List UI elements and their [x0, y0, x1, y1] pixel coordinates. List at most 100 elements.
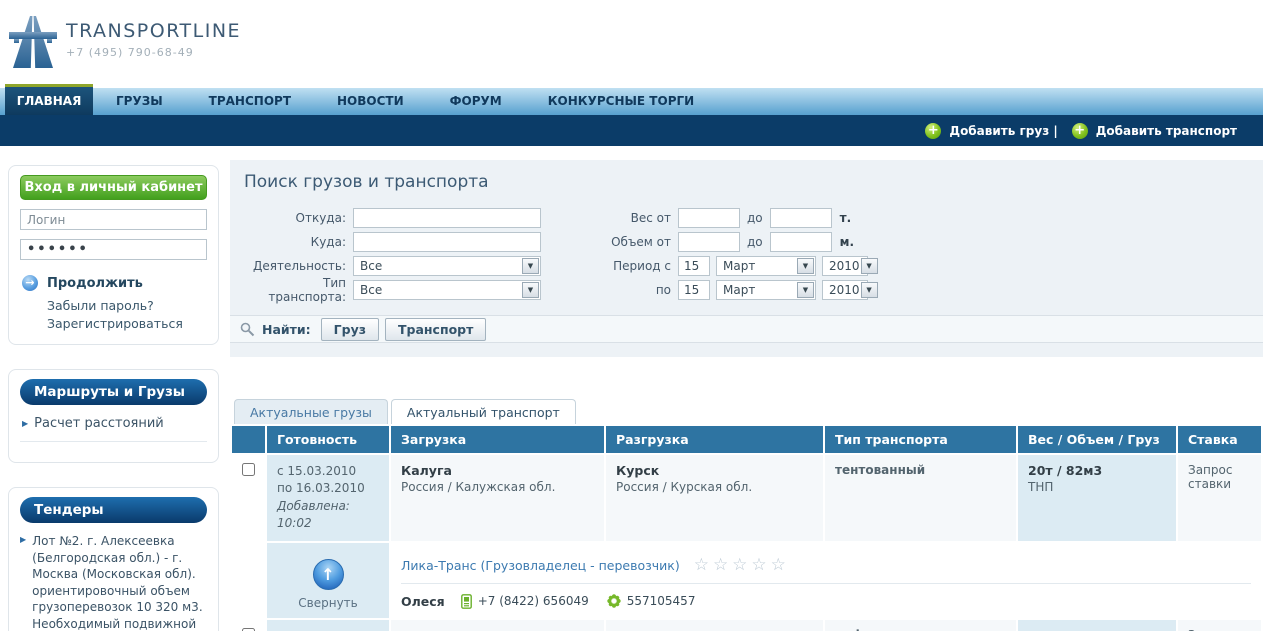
- continue-label: Продолжить: [47, 276, 143, 291]
- logo[interactable]: TRANSPORTLINE +7 (495) 790-68-49: [8, 10, 241, 70]
- unloading-cell: Орел Россия / Орловская обл.: [606, 620, 823, 631]
- volume-from-label: Объем от: [603, 235, 671, 249]
- checkbox-column-header: [232, 426, 265, 453]
- period-from-month-select[interactable]: Март ▼: [716, 256, 816, 276]
- routes-box-header: Маршруты и Грузы: [20, 379, 207, 405]
- site-header: TRANSPORTLINE +7 (495) 790-68-49: [0, 0, 1263, 88]
- listing-table: Готовность Загрузка Разгрузка Тип трансп…: [230, 424, 1263, 631]
- phone-icon: [461, 594, 472, 609]
- plus-icon[interactable]: +: [1072, 123, 1088, 139]
- add-cargo-link[interactable]: Добавить груз |: [949, 124, 1057, 138]
- contact-icq: 557105457: [627, 594, 696, 608]
- weight-to-input[interactable]: [770, 208, 832, 228]
- brand-title: TRANSPORTLINE: [66, 20, 241, 42]
- company-detail-cell: Лика-Транс (Грузовладелец - перевозчик) …: [391, 543, 1261, 618]
- row-checkbox[interactable]: [242, 628, 255, 631]
- tender-item[interactable]: ▶ Лот №2. г. Алексеевка (Белгородская об…: [20, 523, 207, 631]
- period-from-day-input[interactable]: [678, 256, 710, 276]
- find-label: Найти:: [262, 322, 311, 337]
- loading-cell: Тверь Россия / Тверская обл.: [391, 620, 604, 631]
- volume-unit: м.: [840, 235, 854, 249]
- readiness-cell: с 15.03.2010 по 16.03.2010 Добавлена: 10…: [267, 455, 389, 541]
- nav-tab-main[interactable]: ГЛАВНАЯ: [5, 84, 93, 115]
- transport-type-select[interactable]: Все ▼: [353, 280, 541, 300]
- arrow-bullet-icon: ▶: [20, 535, 26, 544]
- rating-stars-icon[interactable]: ☆☆☆☆☆: [694, 557, 790, 574]
- detail-row: ↑ Свернуть Лика-Транс (Грузовладелец - п…: [232, 543, 1261, 618]
- table-row: с 15.03.2010 по 16.03.2010 Добавлена: 10…: [232, 455, 1261, 541]
- sidebar: Вход в личный кабинет → Продолжить Забыл…: [8, 146, 219, 631]
- company-link[interactable]: Лика-Транс (Грузовладелец - перевозчик): [401, 558, 680, 573]
- contact-name: Олеся: [401, 594, 445, 609]
- distance-calc-link[interactable]: ▶ Расчет расстояний: [22, 416, 207, 431]
- chevron-down-icon: ▼: [797, 258, 814, 274]
- divider: [20, 441, 207, 450]
- transport-type-cell: тентованный: [825, 455, 1016, 541]
- search-panel: Поиск грузов и транспорта Откуда: Куда: …: [230, 160, 1263, 357]
- period-to-day-input[interactable]: [678, 280, 710, 300]
- content: Вход в личный кабинет → Продолжить Забыл…: [0, 146, 1263, 631]
- to-input[interactable]: [353, 232, 541, 252]
- collapse-arrow-up-button[interactable]: ↑: [313, 559, 344, 590]
- arrow-circle-icon: →: [22, 275, 38, 291]
- rate-cell[interactable]: Запрос ставки: [1178, 455, 1261, 541]
- password-input[interactable]: [20, 239, 207, 260]
- main-nav: ГЛАВНАЯ ГРУЗЫ ТРАНСПОРТ НОВОСТИ ФОРУМ КО…: [0, 88, 1263, 115]
- col-readiness: Готовность: [267, 426, 389, 453]
- unloading-cell: Курск Россия / Курская обл.: [606, 455, 823, 541]
- chevron-down-icon: ▼: [861, 258, 878, 274]
- period-from-year-select[interactable]: 2010 ▼: [822, 256, 868, 276]
- period-to-month-select[interactable]: Март ▼: [716, 280, 816, 300]
- tab-actual-cargo[interactable]: Актуальные грузы: [234, 399, 388, 424]
- activity-select[interactable]: Все ▼: [353, 256, 541, 276]
- volume-to-input[interactable]: [770, 232, 832, 252]
- forgot-password-link[interactable]: Забыли пароль?: [47, 297, 207, 315]
- add-transport-link[interactable]: Добавить транспорт: [1096, 124, 1237, 138]
- find-transport-button[interactable]: Транспорт: [385, 318, 486, 341]
- icq-flower-icon: [607, 594, 621, 608]
- activity-label: Деятельность:: [244, 259, 346, 273]
- weight-volume-cell: 20т / 82м3 ТНП: [1018, 455, 1176, 541]
- nav-tab-forum[interactable]: ФОРУМ: [427, 88, 525, 115]
- col-unloading: Разгрузка: [606, 426, 823, 453]
- chevron-down-icon: ▼: [522, 258, 539, 274]
- readiness-cell: с 15.03.2010 по 14.05.2010 Добавлена: 10…: [267, 620, 389, 631]
- login-box: Вход в личный кабинет → Продолжить Забыл…: [8, 165, 219, 345]
- period-from-label: Период с: [603, 259, 671, 273]
- volume-from-input[interactable]: [678, 232, 740, 252]
- find-cargo-button[interactable]: Груз: [321, 318, 379, 341]
- register-link[interactable]: Зарегистрироваться: [47, 315, 207, 333]
- nav-tab-news[interactable]: НОВОСТИ: [314, 88, 427, 115]
- weight-from-input[interactable]: [678, 208, 740, 228]
- login-input[interactable]: [20, 209, 207, 230]
- contact-phone: +7 (8422) 656049: [478, 594, 589, 608]
- weight-unit: т.: [840, 211, 852, 225]
- row-checkbox[interactable]: [242, 463, 255, 476]
- nav-tab-transport[interactable]: ТРАНСПОРТ: [186, 88, 314, 115]
- col-weight-volume: Вес / Объем / Груз: [1018, 426, 1176, 453]
- continue-button[interactable]: → Продолжить: [22, 275, 207, 291]
- routes-box: Маршруты и Грузы ▶ Расчет расстояний: [8, 369, 219, 463]
- from-label: Откуда:: [244, 211, 346, 225]
- from-input[interactable]: [353, 208, 541, 228]
- volume-to-label: до: [747, 235, 763, 249]
- period-to-year-select[interactable]: 2010 ▼: [822, 280, 868, 300]
- col-rate: Ставка: [1178, 426, 1261, 453]
- chevron-down-icon: ▼: [522, 282, 539, 298]
- arrow-bullet-icon: ▶: [22, 419, 28, 428]
- nav-tab-cargo[interactable]: ГРУЗЫ: [93, 88, 186, 115]
- search-icon: [240, 322, 255, 337]
- plus-icon[interactable]: +: [925, 123, 941, 139]
- transport-type-cell: рефрижератор, изотерма: [825, 620, 1016, 631]
- nav-tab-tenders[interactable]: КОНКУРСНЫЕ ТОРГИ: [525, 88, 717, 115]
- col-loading: Загрузка: [391, 426, 604, 453]
- transport-type-label: Тип транспорта:: [244, 276, 346, 304]
- tenders-box: Тендеры ▶ Лот №2. г. Алексеевка (Белгоро…: [8, 487, 219, 631]
- login-box-header: Вход в личный кабинет: [20, 175, 207, 200]
- rate-cell[interactable]: Запрос ставки: [1178, 620, 1261, 631]
- to-label: Куда:: [244, 235, 346, 249]
- collapse-label[interactable]: Свернуть: [277, 596, 379, 610]
- tab-actual-transport[interactable]: Актуальный транспорт: [391, 399, 576, 424]
- brand-phone: +7 (495) 790-68-49: [66, 46, 241, 59]
- chevron-down-icon: ▼: [861, 282, 878, 298]
